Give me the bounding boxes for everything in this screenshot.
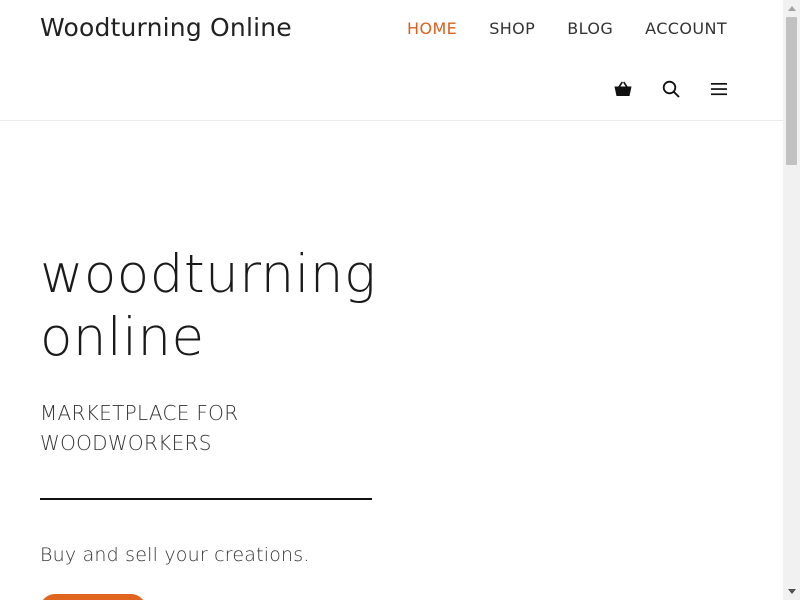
site-title-link[interactable]: Woodturning Online xyxy=(40,13,292,42)
hero-subtitle: MARKETPLACE FOR WOODWORKERS xyxy=(40,401,239,455)
nav-link-home[interactable]: HOME xyxy=(407,19,457,38)
nav-link-blog[interactable]: BLOG xyxy=(567,19,613,38)
page: Woodturning Online HOME SHOP BLOG ACCOUN… xyxy=(0,0,783,600)
nav-link-shop[interactable]: SHOP xyxy=(489,19,535,38)
hero-cta-button[interactable] xyxy=(40,594,146,600)
hero-divider xyxy=(40,498,372,500)
scrollbar-thumb[interactable] xyxy=(786,17,797,165)
site-header: Woodturning Online HOME SHOP BLOG ACCOUN… xyxy=(0,0,783,121)
search-icon[interactable] xyxy=(659,78,683,100)
scroll-up-arrow-icon[interactable] xyxy=(783,0,800,17)
hero-section: woodturning online MARKETPLACE FOR WOODW… xyxy=(40,243,380,566)
scroll-down-arrow-icon[interactable] xyxy=(783,583,800,600)
vertical-scrollbar[interactable] xyxy=(783,0,800,600)
hero-title: woodturning online xyxy=(40,244,377,368)
hero-tagline: Buy and sell your creations. xyxy=(40,544,310,566)
header-icons xyxy=(611,78,731,100)
browser-viewport: Woodturning Online HOME SHOP BLOG ACCOUN… xyxy=(0,0,800,600)
nav-link-account[interactable]: ACCOUNT xyxy=(645,19,727,38)
menu-icon[interactable] xyxy=(707,78,731,100)
main-nav: HOME SHOP BLOG ACCOUNT xyxy=(407,19,727,38)
shopping-basket-icon[interactable] xyxy=(611,78,635,100)
